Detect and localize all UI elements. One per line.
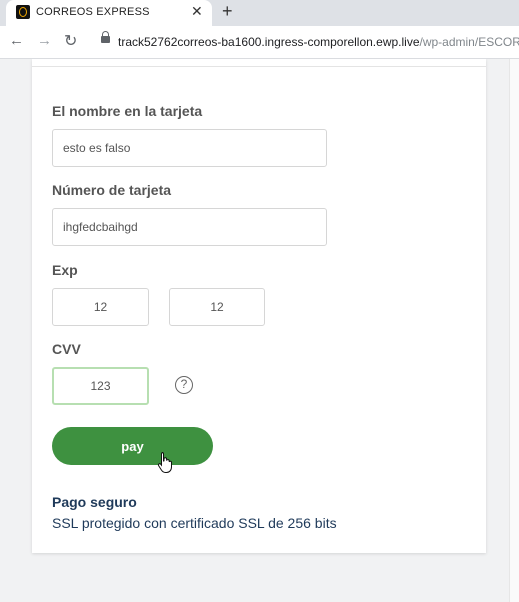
reload-icon[interactable]: ↻ [64, 31, 77, 51]
divider [32, 66, 486, 67]
tab-title: CORREOS EXPRESS [36, 6, 150, 18]
cvv-label: CVV [52, 341, 81, 357]
cardholder-name-input[interactable] [52, 129, 327, 167]
secure-payment-title: Pago seguro [52, 494, 137, 510]
tab-bar: CORREOS EXPRESS ✕ + [0, 0, 519, 26]
page-content: El nombre en la tarjeta Número de tarjet… [0, 59, 519, 602]
lock-icon[interactable] [101, 31, 110, 43]
card-number-label: Número de tarjeta [52, 182, 172, 198]
card-number-input[interactable] [52, 208, 327, 246]
forward-arrow-icon[interactable]: → [37, 32, 52, 49]
hand-cursor-icon [157, 452, 172, 473]
payment-card: El nombre en la tarjeta Número de tarjet… [32, 59, 486, 553]
url-path: /wp-admin/ESCORI [419, 35, 519, 49]
exp-year-input[interactable] [169, 288, 265, 326]
correos-favicon [16, 5, 30, 19]
browser-toolbar: ← → ↻ track52762correos-ba1600.ingress-c… [0, 26, 519, 59]
address-bar[interactable]: track52762correos-ba1600.ingress-compore… [118, 35, 519, 49]
pay-button[interactable]: pay [52, 427, 213, 465]
back-arrow-icon[interactable]: ← [9, 32, 24, 49]
plus-icon[interactable]: + [222, 1, 233, 22]
url-host: track52762correos-ba1600.ingress-compore… [118, 35, 420, 49]
browser-tab[interactable]: CORREOS EXPRESS ✕ [6, 0, 212, 26]
cardholder-name-label: El nombre en la tarjeta [52, 103, 203, 119]
close-icon[interactable]: ✕ [191, 3, 203, 20]
side-panel-edge [509, 59, 519, 602]
exp-label: Exp [52, 262, 78, 278]
exp-month-input[interactable] [52, 288, 149, 326]
cvv-input[interactable] [52, 367, 149, 405]
question-circle-icon[interactable]: ? [175, 376, 193, 394]
ssl-notice: SSL protegido con certificado SSL de 256… [52, 515, 337, 531]
